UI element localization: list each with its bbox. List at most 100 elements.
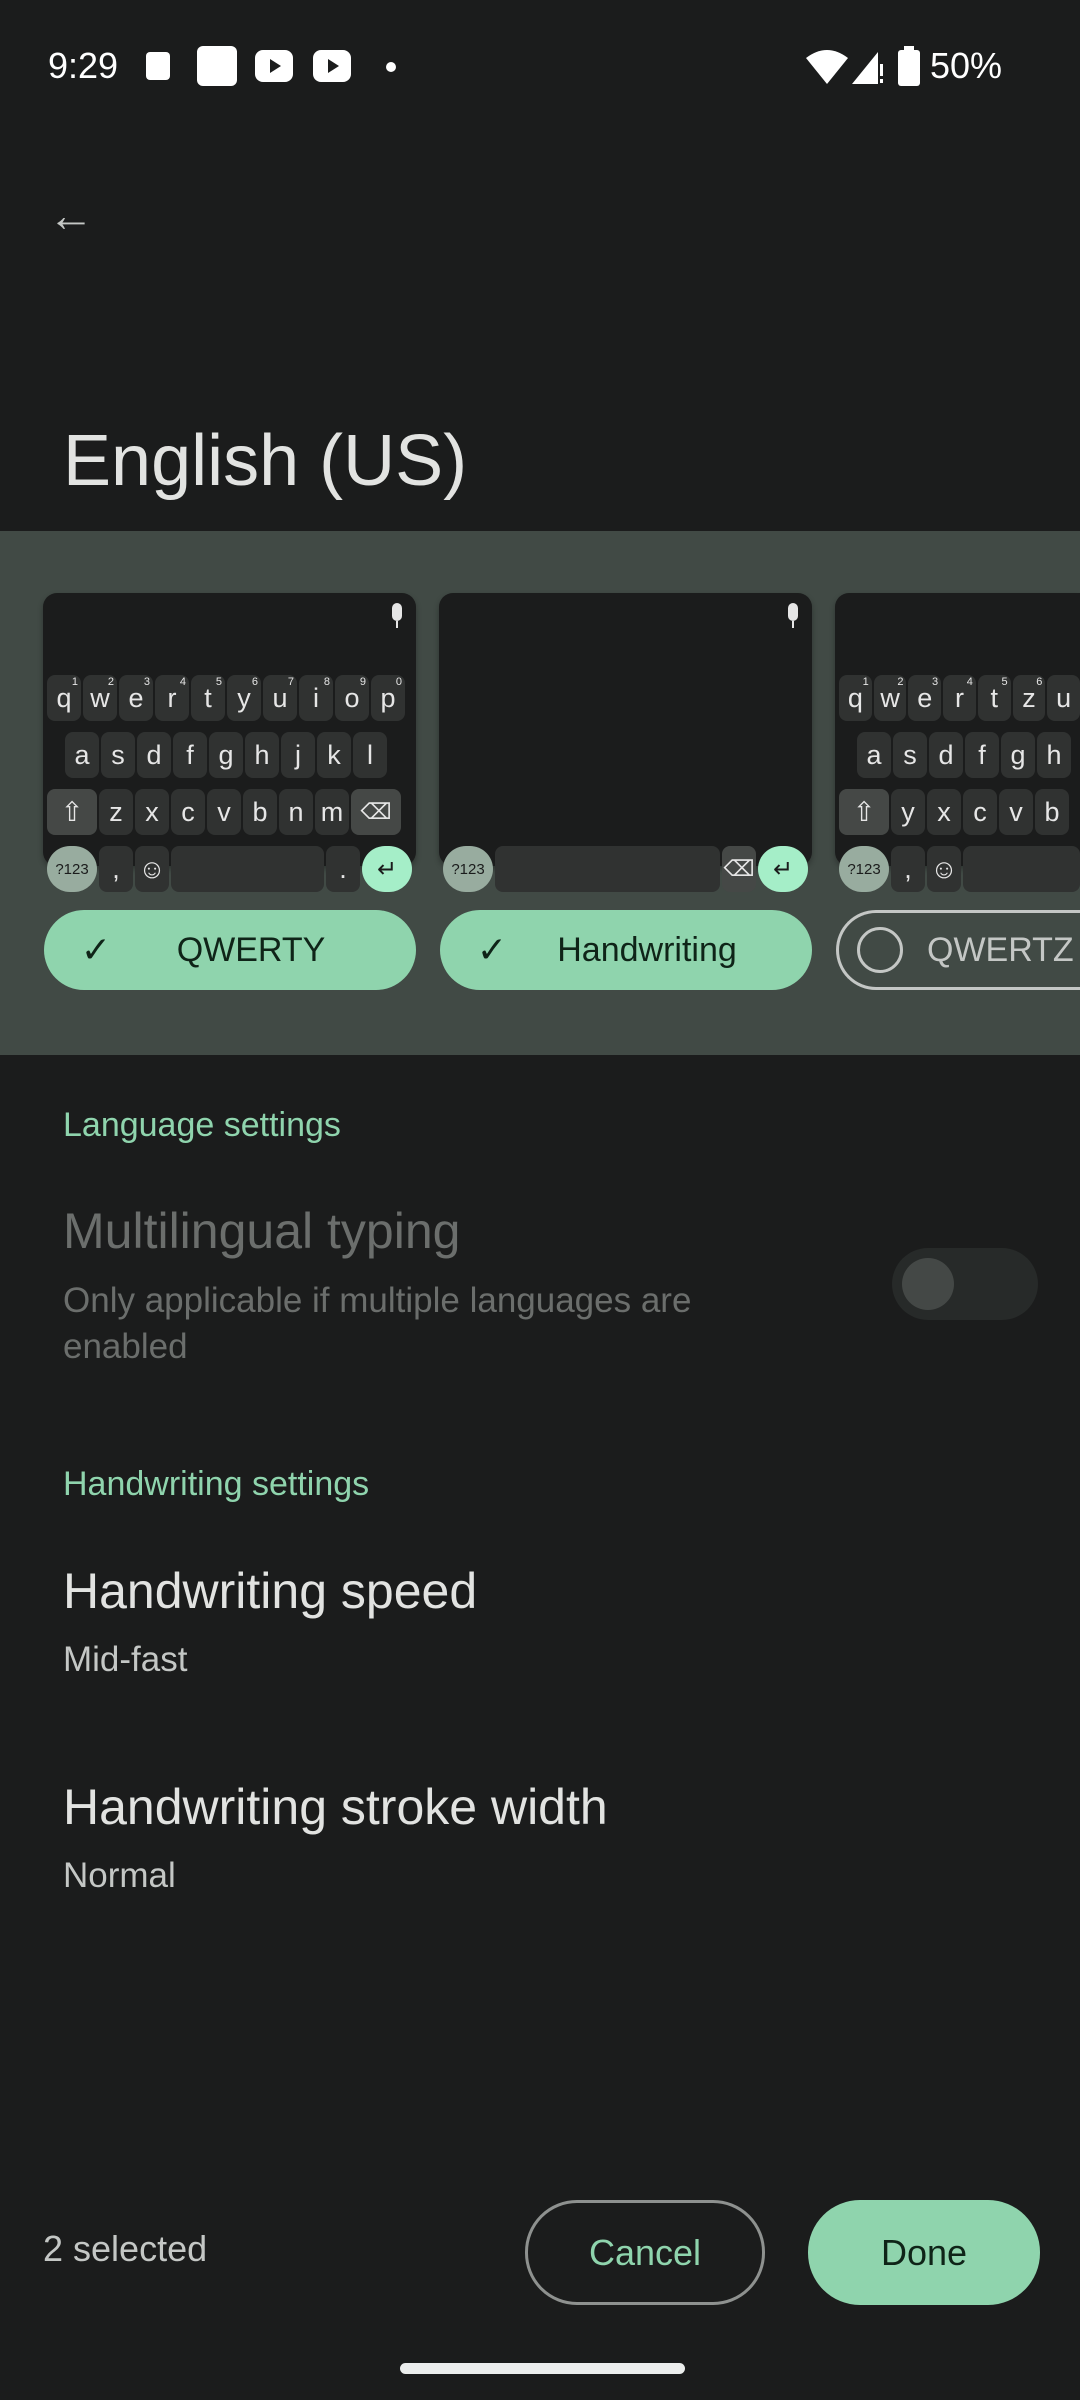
key-row: ⇧ z x c v b n m ⌫ — [47, 789, 412, 835]
key-hint: 3 — [143, 676, 150, 688]
key: a — [65, 732, 99, 778]
key: h — [245, 732, 279, 778]
key: u — [1047, 675, 1080, 721]
key-hint: 0 — [395, 676, 402, 688]
comma-key: , — [99, 846, 133, 892]
key: d — [137, 732, 171, 778]
handwriting-stroke-title: Handwriting stroke width — [63, 1779, 608, 1835]
key-row: ?123, ☺ — [839, 846, 1080, 892]
qwerty-preview[interactable]: q 1 w 2 e 3 r 4 t 5 y 6 u 7 i 8 o 9 p 0 a s d f g h j k l ⇧ z x c v b n m ⌫ ?1… — [43, 593, 416, 892]
emoji-icon: ☺ — [927, 846, 961, 892]
key: o9 — [335, 675, 369, 721]
multilingual-typing-title: Multilingual typing — [63, 1203, 461, 1259]
signal-icon — [852, 52, 883, 84]
handwriting-stroke-value: Normal — [63, 1856, 176, 1895]
key: g — [1001, 732, 1035, 778]
key-hint: 6 — [251, 676, 258, 688]
cancel-button[interactable]: Cancel — [525, 2200, 765, 2305]
wallet-icon — [146, 52, 170, 80]
shift-key: ⇧ — [839, 789, 889, 835]
key: a — [857, 732, 891, 778]
key: w2 — [83, 675, 117, 721]
key-row: asdfghjkl — [47, 732, 412, 778]
key: f — [965, 732, 999, 778]
key: b — [243, 789, 277, 835]
key-hint: 4 — [179, 676, 186, 688]
key: y6 — [227, 675, 261, 721]
key: v — [207, 789, 241, 835]
battery-percent: 50% — [930, 45, 1003, 86]
multilingual-typing-subtitle: Only applicable if multiple languages ar… — [63, 1281, 692, 1366]
key-row: ?123 ⌫ ↵ — [443, 846, 808, 892]
key-hint: 2 — [107, 676, 114, 688]
radio-unchecked-icon — [857, 927, 903, 973]
done-button[interactable]: Done — [808, 2200, 1040, 2305]
key: c — [171, 789, 205, 835]
key: x — [135, 789, 169, 835]
backspace-icon: ⌫ — [351, 789, 401, 835]
layout-chip-qwertz[interactable]: QWERTZ — [836, 910, 1080, 990]
key-hint: 1 — [71, 676, 78, 688]
page-title: English (US) — [63, 421, 468, 501]
check-icon: ✓ — [476, 929, 508, 970]
qwertz-preview[interactable]: q 1 w 2 e 3 r 4 t 5 z 6 u a s d f g h ⇧ y x c v b ?123, ☺ — [835, 593, 1080, 892]
multilingual-typing-toggle[interactable] — [892, 1248, 1038, 1320]
key: x — [927, 789, 961, 835]
home-indicator[interactable] — [400, 2363, 685, 2374]
battery-icon — [898, 46, 920, 86]
symbols-key: ?123 — [443, 846, 493, 892]
handwriting-speed-title: Handwriting speed — [63, 1563, 478, 1619]
key-row: q1w2e3r4t5y6u7i8o9p0 — [47, 675, 412, 721]
key-hint: 3 — [932, 676, 939, 688]
wifi-icon — [806, 50, 848, 84]
space-key — [963, 846, 1080, 892]
key: q1 — [47, 675, 81, 721]
key: s — [101, 732, 135, 778]
key: q1 — [839, 675, 872, 721]
key-hint: 7 — [287, 676, 294, 688]
key-hint: 9 — [359, 676, 366, 688]
status-bar: 9:29 50% — [0, 40, 1080, 90]
space-key — [171, 846, 324, 892]
key: r4 — [943, 675, 976, 721]
handwriting-settings-header: Handwriting settings — [63, 1465, 370, 1503]
handwriting-preview[interactable]: ?123 ⌫ ↵ — [439, 593, 812, 892]
space-key — [495, 846, 720, 892]
key: b — [1035, 789, 1069, 835]
key: s — [893, 732, 927, 778]
dot-icon — [386, 62, 396, 72]
key: z6 — [1012, 675, 1046, 721]
youtube-icon — [313, 50, 351, 82]
key: n — [279, 789, 313, 835]
key-hint: 1 — [862, 676, 869, 688]
period-key: . — [326, 846, 360, 892]
mic-icon — [392, 603, 402, 628]
key: y — [891, 789, 925, 835]
shift-key: ⇧ — [47, 789, 97, 835]
check-icon: ✓ — [80, 929, 112, 970]
handwriting-speed-value: Mid-fast — [63, 1640, 188, 1679]
key: c — [963, 789, 997, 835]
comma-key: , — [891, 846, 925, 892]
key-hint: 4 — [966, 676, 973, 688]
key-row: ⇧ y x c v b — [839, 789, 1080, 835]
notes-icon — [197, 46, 237, 86]
layout-chip-qwerty[interactable]: ✓ QWERTY — [44, 910, 416, 990]
language-settings-header: Language settings — [63, 1106, 341, 1144]
key: v — [999, 789, 1033, 835]
key: k — [317, 732, 351, 778]
key: i8 — [299, 675, 333, 721]
key: j — [281, 732, 315, 778]
key: p0 — [371, 675, 405, 721]
arrow-left-icon: ← — [48, 189, 94, 241]
key: h — [1037, 732, 1071, 778]
selected-count: 2 selected — [43, 2228, 208, 2269]
toggle-knob — [902, 1258, 954, 1310]
key: u7 — [263, 675, 297, 721]
key: z — [99, 789, 133, 835]
back-button[interactable]: ← — [48, 190, 98, 240]
layout-chip-handwriting[interactable]: ✓ Handwriting — [440, 910, 812, 990]
key: d — [929, 732, 963, 778]
key-hint: 2 — [897, 676, 904, 688]
enter-icon: ↵ — [758, 846, 808, 892]
